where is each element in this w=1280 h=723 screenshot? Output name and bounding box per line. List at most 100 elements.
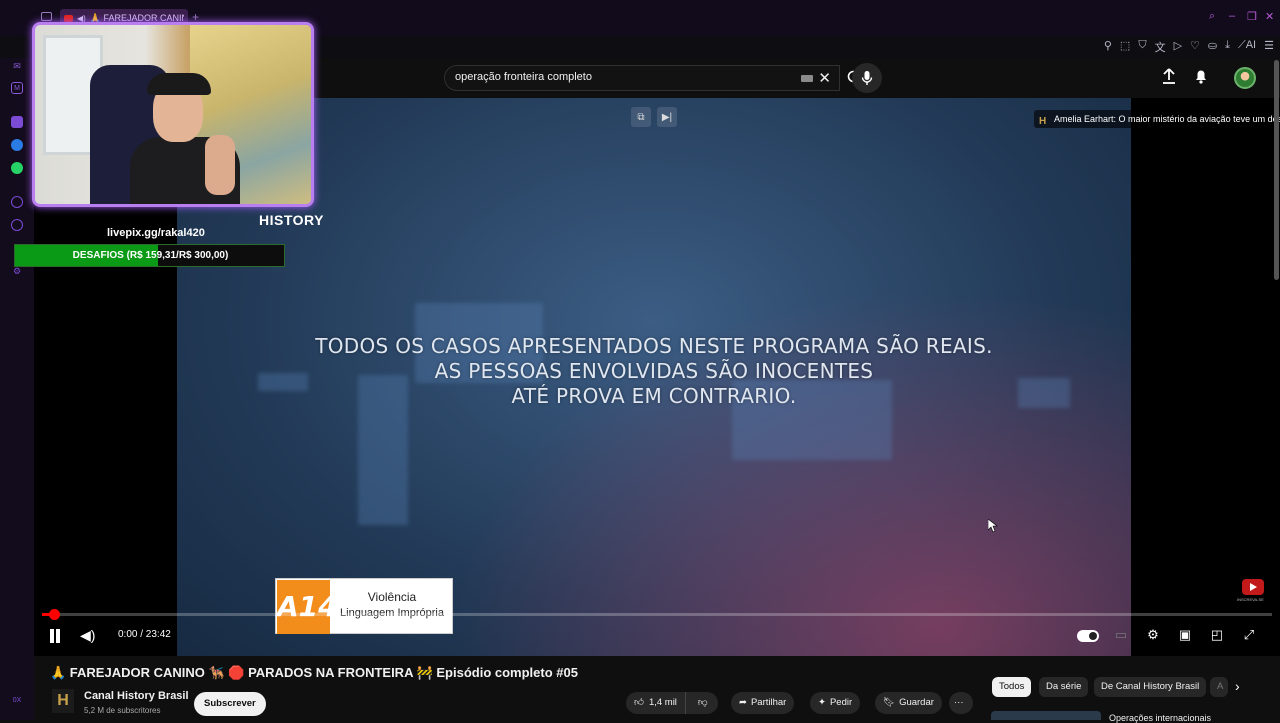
download-icon[interactable]: ⤓ (1225, 39, 1230, 55)
page-scrollbar[interactable] (1274, 60, 1279, 280)
ai-label: AI (1245, 39, 1257, 51)
screenshot-icon[interactable]: ⬚ (1120, 39, 1130, 55)
whatsapp-icon[interactable] (11, 162, 23, 174)
fullscreen-icon: ⤢ (1243, 627, 1255, 642)
browser-toolbar: ⚲ ⬚ ⛉ 文 ▷ ♡ ⛀ ⤓ ⟋AI ☰ (1104, 39, 1274, 55)
next-icon: ▶| (661, 111, 673, 123)
subtitles-button[interactable]: ▭ (1112, 626, 1130, 644)
microphone-icon (861, 71, 873, 85)
chip-channel[interactable]: De Canal History Brasil (1094, 677, 1207, 697)
send-icon[interactable]: ▷ (1174, 39, 1182, 55)
theater-mode-button[interactable]: ▣ (1176, 626, 1194, 644)
dislike-button[interactable]: 👎︎ (690, 692, 716, 714)
youtube-subscribe-watermark-icon[interactable] (1242, 579, 1264, 595)
fullscreen-button[interactable]: ⤢ (1240, 626, 1258, 644)
youtube-favicon-icon (64, 14, 73, 22)
video-frame[interactable]: TODOS OS CASOS APRESENTADOS NESTE PROGRA… (177, 98, 1131, 656)
messenger-m-icon[interactable]: M (11, 82, 23, 94)
related-video-thumbnail[interactable] (991, 711, 1101, 720)
bell-icon (1196, 70, 1206, 84)
rating-descriptor: Violência (367, 590, 417, 604)
webcam-overlay (32, 22, 314, 207)
endscreen-card-title: Amelia Earhart: O maior mistério da avia… (1054, 114, 1280, 124)
donation-goal-text: DESAFIOS (R$ 159,31/R$ 300,00) (72, 250, 229, 261)
more-actions-button[interactable]: ··· (949, 692, 973, 714)
save-label: Guardar (899, 697, 934, 708)
progress-scrubber[interactable] (49, 609, 61, 620)
save-button[interactable]: 🔖︎ Guardar (875, 692, 942, 714)
pause-button[interactable] (48, 628, 62, 644)
disclaimer-line: AS PESSOAS ENVOLVIDAS SÃO INOCENTES (434, 359, 874, 383)
volume-icon: ◀) (80, 627, 96, 643)
autoplay-toggle[interactable] (1077, 630, 1099, 642)
close-window-icon[interactable]: ✕ (1265, 10, 1274, 23)
aria-icon[interactable]: ✉ (11, 60, 23, 72)
upload-button[interactable] (1162, 68, 1176, 89)
related-video-title[interactable]: Operações internacionais (1109, 713, 1211, 723)
upload-icon (1163, 68, 1175, 84)
like-button[interactable]: 👍︎ 1,4 mil (626, 692, 686, 714)
browser-sidebar: ✉ M ⚙ 0X (0, 0, 34, 720)
chip-series[interactable]: Da série (1039, 677, 1089, 697)
menu-icon[interactable]: ☰ (1264, 39, 1274, 55)
heart-icon[interactable]: ♡ (1190, 39, 1200, 55)
ai-button[interactable]: ⟋AI (1238, 39, 1256, 55)
chip-more[interactable]: A (1210, 677, 1228, 697)
settings-button[interactable]: ⚙ (1144, 626, 1162, 644)
disclaimer-line: TODOS OS CASOS APRESENTADOS NESTE PROGRA… (315, 334, 993, 358)
livepix-link: livepix.gg/rakal420 (107, 227, 205, 239)
avatar[interactable] (1234, 67, 1256, 89)
tab-strip-icon[interactable] (41, 12, 52, 21)
thumbs-down-icon: 👎︎ (697, 697, 708, 708)
cast-button[interactable]: ◰ (1208, 626, 1226, 644)
donation-goal-bar: DESAFIOS (R$ 159,31/R$ 300,00) (14, 244, 285, 267)
watermark-label: INSCREVA-SE (1237, 597, 1264, 602)
volume-button[interactable]: ◀) (80, 627, 95, 644)
like-dislike-group: 👍︎ 1,4 mil 👎︎ (626, 692, 718, 714)
video-top-buttons: ⧉ ▶| (631, 107, 677, 127)
bookmark-icon: 🔖︎ (883, 697, 896, 708)
subscribe-button[interactable]: Subscrever (194, 692, 266, 716)
clear-search-icon[interactable]: ✕ (818, 69, 831, 87)
share-button[interactable]: ➦ Partilhar (731, 692, 795, 714)
sparkle-icon: ✦ (818, 697, 826, 708)
miniplayer-icon: ⧉ (637, 111, 645, 123)
chip-all[interactable]: Todos (992, 677, 1032, 697)
history-watermark: HISTORY (259, 212, 324, 228)
minimize-icon[interactable]: – (1229, 10, 1235, 22)
translate-icon[interactable]: 文 (1155, 39, 1166, 55)
time-display: 0:00 / 23:42 (118, 629, 171, 640)
keyboard-icon[interactable] (801, 75, 813, 82)
tab-search-icon[interactable]: ⌕ (1209, 10, 1215, 23)
twitch-icon[interactable] (11, 116, 23, 128)
like-count: 1,4 mil (648, 697, 677, 708)
next-button[interactable]: ▶| (657, 107, 677, 127)
shield-icon[interactable]: ⛉ (1138, 39, 1146, 55)
voice-search-button[interactable] (852, 63, 882, 93)
subscriber-count: 5,2 M de subscritores (84, 706, 161, 715)
video-details: 🙏 FAREJADOR CANINO 🐕‍🦺 🛑 PARADOS NA FRON… (34, 656, 1280, 723)
chevron-right-icon[interactable]: › (1235, 678, 1240, 694)
progress-bar[interactable] (42, 609, 1272, 620)
disclaimer-line: ATÉ PROVA EM CONTRARIO. (511, 384, 797, 408)
theater-icon: ▣ (1178, 627, 1192, 642)
search-input[interactable] (455, 71, 755, 83)
restore-icon[interactable]: ❐ (1247, 10, 1257, 23)
video-disclaimer-text: TODOS OS CASOS APRESENTADOS NESTE PROGRA… (177, 334, 1131, 409)
history-logo-icon: H (1039, 116, 1047, 127)
channel-avatar[interactable]: H (52, 689, 74, 713)
channel-name[interactable]: Canal History Brasil (84, 690, 189, 702)
wallet-icon[interactable]: ⛀ (1208, 39, 1217, 55)
messenger-icon[interactable] (11, 139, 23, 151)
miniplayer-button[interactable]: ⧉ (631, 107, 651, 127)
player-icon[interactable] (11, 196, 23, 208)
history-icon[interactable] (11, 219, 23, 231)
endscreen-card[interactable]: H Amelia Earhart: O maior mistério da av… (1034, 110, 1280, 128)
player-controls: ◀) 0:00 / 23:42 ▭ ⚙ ▣ ◰ ⤢ (34, 620, 1280, 654)
search-box[interactable]: ✕ (444, 65, 840, 91)
thumbs-up-icon: 👍︎ (634, 697, 644, 708)
pin-icon[interactable]: ⚲ (1104, 39, 1112, 55)
ask-button[interactable]: ✦ Pedir (810, 692, 861, 714)
subtitles-icon: ▭ (1114, 627, 1128, 642)
notifications-button[interactable] (1194, 68, 1208, 89)
